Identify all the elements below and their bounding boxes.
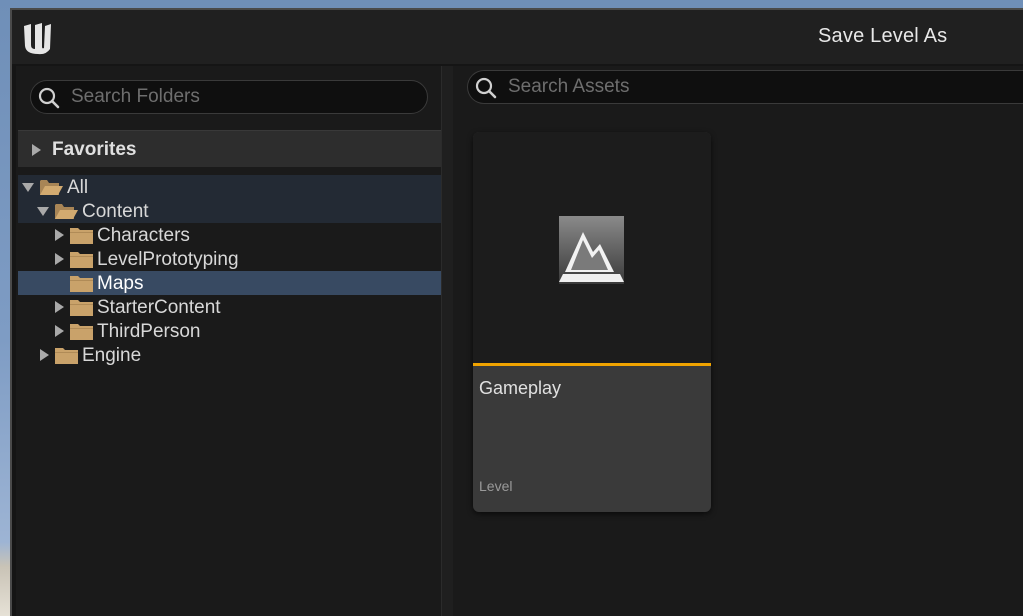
folder-icon bbox=[70, 276, 93, 292]
folder-icon bbox=[70, 252, 93, 268]
panel-splitter[interactable] bbox=[441, 66, 453, 616]
collapse-arrow-icon[interactable] bbox=[37, 207, 49, 216]
tree-item-label: Characters bbox=[97, 225, 190, 246]
expand-arrow-icon[interactable] bbox=[40, 349, 49, 361]
favorites-header[interactable]: Favorites bbox=[18, 130, 441, 167]
expand-arrow-icon[interactable] bbox=[55, 253, 64, 265]
tree-item-label: Maps bbox=[97, 273, 144, 294]
expand-arrow-icon[interactable] bbox=[55, 229, 64, 241]
folder-search-box[interactable] bbox=[30, 80, 428, 114]
tree-item-label: All bbox=[67, 177, 89, 198]
tree-item-content[interactable]: Content bbox=[18, 199, 441, 223]
tree-item-label: ThirdPerson bbox=[97, 321, 201, 342]
folder-tree: All Content Characters LevelPrototyping … bbox=[18, 175, 441, 367]
folder-icon bbox=[55, 348, 78, 364]
expand-arrow-icon[interactable] bbox=[55, 325, 64, 337]
tree-item-label: Content bbox=[82, 201, 149, 222]
tree-item-all[interactable]: All bbox=[18, 175, 441, 199]
folder-panel: Favorites All Content bbox=[16, 66, 441, 616]
tree-item-label: Engine bbox=[82, 345, 142, 366]
search-icon bbox=[38, 87, 60, 109]
tree-item-thirdperson[interactable]: ThirdPerson bbox=[18, 319, 441, 343]
title-bar[interactable]: Save Level As bbox=[12, 10, 1023, 64]
save-level-dialog: Save Level As Favorites All bbox=[10, 8, 1023, 616]
collapse-arrow-icon[interactable] bbox=[22, 183, 34, 192]
folder-icon bbox=[70, 324, 93, 340]
asset-type: Level bbox=[479, 478, 513, 494]
search-icon bbox=[475, 77, 497, 99]
expand-arrow-icon[interactable] bbox=[55, 301, 64, 313]
search-folders-input[interactable] bbox=[71, 81, 417, 113]
unreal-logo-icon bbox=[24, 23, 51, 55]
search-assets-input[interactable] bbox=[508, 71, 1023, 103]
asset-thumbnail bbox=[473, 132, 711, 366]
expand-arrow-icon[interactable] bbox=[32, 144, 41, 156]
folder-icon bbox=[70, 300, 93, 316]
tree-item-startercontent[interactable]: StarterContent bbox=[18, 295, 441, 319]
folder-icon bbox=[70, 228, 93, 244]
tree-item-characters[interactable]: Characters bbox=[18, 223, 441, 247]
favorites-label: Favorites bbox=[52, 139, 137, 160]
tree-item-label: LevelPrototyping bbox=[97, 249, 239, 270]
tree-item-levelprototyping[interactable]: LevelPrototyping bbox=[18, 247, 441, 271]
folder-open-icon bbox=[55, 204, 78, 219]
window-title: Save Level As bbox=[818, 25, 948, 47]
level-icon bbox=[559, 216, 624, 284]
tree-item-label: StarterContent bbox=[97, 297, 221, 318]
asset-panel: Gameplay Level bbox=[453, 66, 1023, 616]
asset-name: Gameplay bbox=[479, 378, 562, 398]
folder-open-icon bbox=[40, 180, 63, 195]
asset-tile[interactable]: Gameplay Level bbox=[473, 132, 711, 512]
tree-item-maps[interactable]: Maps bbox=[18, 271, 441, 295]
asset-search-box[interactable] bbox=[467, 70, 1023, 104]
tree-item-engine[interactable]: Engine bbox=[18, 343, 441, 367]
